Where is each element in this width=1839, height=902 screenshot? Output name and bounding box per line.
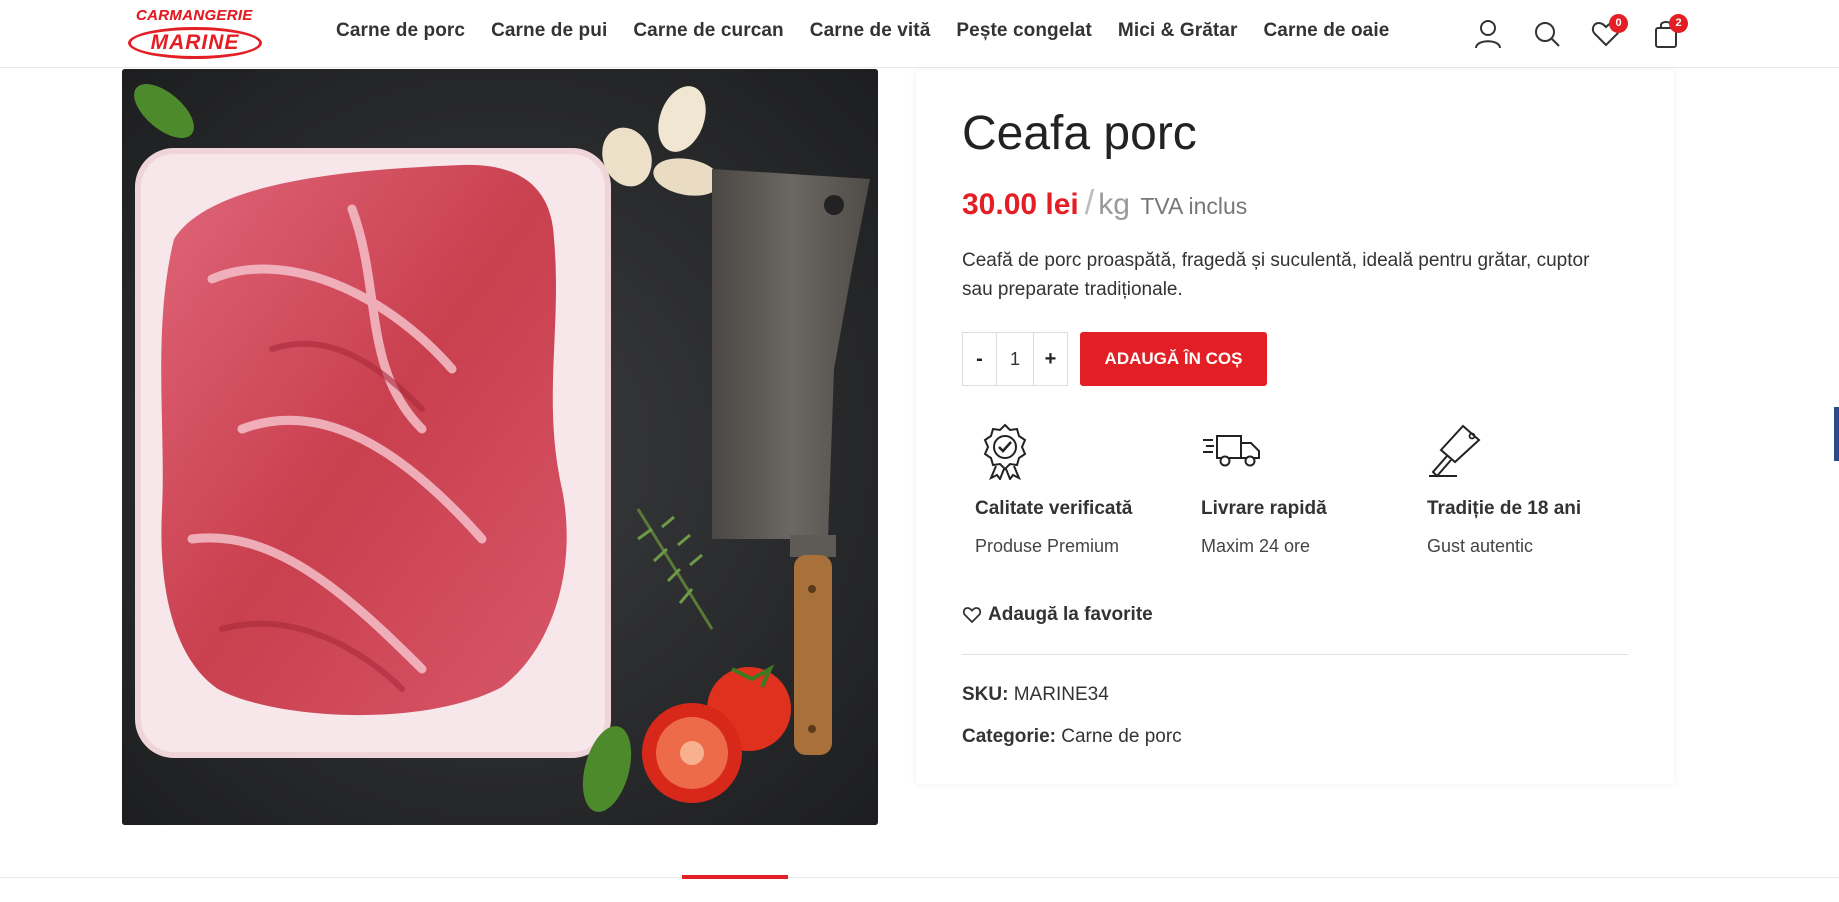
feature-quality-title: Calitate verificată (975, 498, 1133, 519)
price-separator: / (1084, 184, 1095, 222)
nav-item-carne-de-porc[interactable]: Carne de porc (336, 20, 465, 48)
main-nav: Carne de porc Carne de pui Carne de curc… (336, 20, 1415, 48)
price-unit: kg (1098, 188, 1130, 221)
quality-badge-icon (979, 422, 1031, 485)
cart-count-badge: 2 (1669, 14, 1688, 33)
cart-button[interactable]: 2 (1648, 14, 1688, 52)
user-icon[interactable] (1470, 16, 1506, 52)
product-info-card: Ceafa porc 30.00 lei / kg TVA inclus Ceafă… (916, 70, 1674, 784)
nav-item-carne-de-vita[interactable]: Carne de vită (810, 20, 931, 48)
logo-top-text: CARMANGERIE (136, 7, 253, 24)
product-price: 30.00 lei (962, 188, 1079, 221)
nav-item-carne-de-curcan[interactable]: Carne de curcan (633, 20, 783, 48)
nav-item-carne-de-pui[interactable]: Carne de pui (491, 20, 607, 48)
divider (962, 654, 1628, 655)
nav-item-carne-de-oaie[interactable]: Carne de oaie (1263, 20, 1389, 48)
tax-note: TVA inclus (1140, 193, 1248, 219)
sku-label: SKU: (962, 684, 1009, 705)
nav-item-mici-gratar[interactable]: Mici & Grătar (1118, 20, 1238, 48)
site-header: CARMANGERIE MARINE Carne de porc Carne d… (0, 0, 1839, 68)
active-tab-indicator[interactable] (682, 875, 788, 879)
price-row: 30.00 lei / kg TVA inclus (962, 184, 1247, 223)
category-link[interactable]: Carne de porc (1061, 726, 1181, 747)
product-image[interactable] (122, 69, 878, 825)
wishlist-button[interactable]: 0 (1588, 14, 1628, 52)
category-row: Categorie: Carne de porc (962, 726, 1182, 748)
nav-item-peste-congelat[interactable]: Pește congelat (956, 20, 1092, 48)
add-to-favorites-link[interactable]: Adaugă la favorite (962, 604, 1153, 626)
header-icons: 0 2 (1470, 14, 1690, 52)
cleaver-icon (1427, 422, 1485, 483)
add-to-favorites-label: Adaugă la favorite (988, 604, 1153, 625)
product-title: Ceafa porc (962, 107, 1197, 160)
sku-value: MARINE34 (1013, 684, 1109, 705)
feature-tradition-title: Tradiție de 18 ani (1427, 498, 1582, 519)
quantity-increase-button[interactable]: + (1033, 333, 1067, 385)
tabs-divider (0, 877, 1839, 878)
sku-row: SKU: MARINE34 (962, 684, 1109, 706)
wishlist-count-badge: 0 (1609, 14, 1628, 33)
delivery-truck-icon (1201, 430, 1263, 475)
category-label: Categorie: (962, 726, 1056, 747)
logo[interactable]: CARMANGERIE MARINE (128, 5, 266, 61)
side-edge-tab[interactable] (1834, 407, 1839, 461)
product-description: Ceafă de porc proaspătă, fragedă și sucu… (962, 250, 1590, 300)
logo-main-text: MARINE (128, 27, 262, 59)
heart-outline-icon (962, 607, 982, 624)
search-icon[interactable] (1529, 16, 1565, 52)
feature-delivery-subtitle: Maxim 24 ore (1201, 536, 1311, 556)
feature-delivery-title: Livrare rapidă (1201, 498, 1327, 519)
feature-quality-subtitle: Produse Premium (975, 536, 1120, 556)
product-photo (122, 69, 878, 825)
quantity-input[interactable]: 1 (997, 333, 1033, 385)
quantity-stepper: - 1 + (962, 332, 1068, 386)
add-to-cart-button[interactable]: ADAUGĂ ÎN COȘ (1080, 332, 1267, 386)
quantity-decrease-button[interactable]: - (963, 333, 997, 385)
feature-tradition-subtitle: Gust autentic (1427, 536, 1534, 556)
